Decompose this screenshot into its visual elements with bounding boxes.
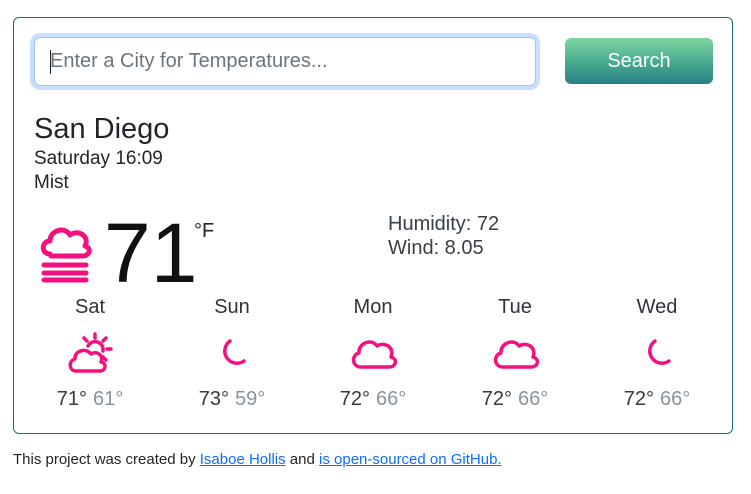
current-temperature: 71 (104, 206, 198, 300)
forecast-min: 59° (235, 388, 266, 410)
forecast-day-name: Tue (498, 296, 532, 318)
forecast-day-name: Sun (214, 296, 250, 318)
forecast-temps: 73° 59° (172, 387, 292, 411)
forecast-day-name: Wed (636, 296, 678, 318)
footer-middle: and (285, 451, 320, 468)
current-datetime: Saturday 16:09 (34, 148, 163, 169)
forecast-day-name: Mon (353, 296, 393, 318)
forecast-day: Sat 71° 61° (30, 295, 150, 411)
search-button[interactable]: Search (565, 38, 713, 84)
temperature-unit: °F (194, 220, 215, 242)
mist-icon (40, 227, 92, 283)
partly-sunny-icon (68, 332, 113, 373)
forecast-temps: 71° 61° (30, 387, 150, 411)
forecast-max: 73° (198, 388, 229, 410)
forecast-temps: 72° 66° (597, 387, 717, 411)
humidity-value: Humidity: 72 (388, 213, 500, 235)
weather-card: Search San Diego Saturday 16:09 Mist 71 … (13, 17, 733, 434)
forecast-day: Tue 72° 66° (455, 295, 575, 411)
forecast-min: 66° (518, 388, 549, 410)
footer-prefix: This project was created by (13, 451, 200, 468)
forecast-day: Mon 72° 66° (313, 295, 433, 411)
forecast-min: 61° (93, 388, 124, 410)
forecast-temps: 72° 66° (455, 387, 575, 411)
forecast-max: 72° (481, 388, 512, 410)
forecast-day-name: Sat (74, 296, 106, 318)
text-cursor (50, 50, 51, 74)
city-name: San Diego (34, 113, 170, 145)
forecast-min: 66° (376, 388, 407, 410)
forecast-max: 72° (339, 388, 370, 410)
moon-icon (648, 339, 671, 365)
github-repo-link[interactable]: is open-sourced on GitHub. (319, 451, 502, 468)
forecast-min: 66° (660, 388, 691, 410)
city-search-input[interactable] (34, 37, 536, 86)
forecast-max: 72° (623, 388, 654, 410)
wind-value: Wind: 8.05 (388, 237, 484, 259)
cloud-icon (351, 340, 397, 369)
weather-description: Mist (34, 172, 69, 193)
forecast-day: Wed 72° 66° (597, 295, 717, 411)
footer-credit: This project was created by Isaboe Holli… (13, 450, 502, 470)
forecast-max: 71° (56, 388, 87, 410)
author-link[interactable]: Isaboe Hollis (200, 451, 286, 468)
forecast-day: Sun 73° 59° (172, 295, 292, 411)
cloud-icon (493, 340, 539, 369)
forecast-temps: 72° 66° (313, 387, 433, 411)
moon-icon (223, 339, 246, 365)
